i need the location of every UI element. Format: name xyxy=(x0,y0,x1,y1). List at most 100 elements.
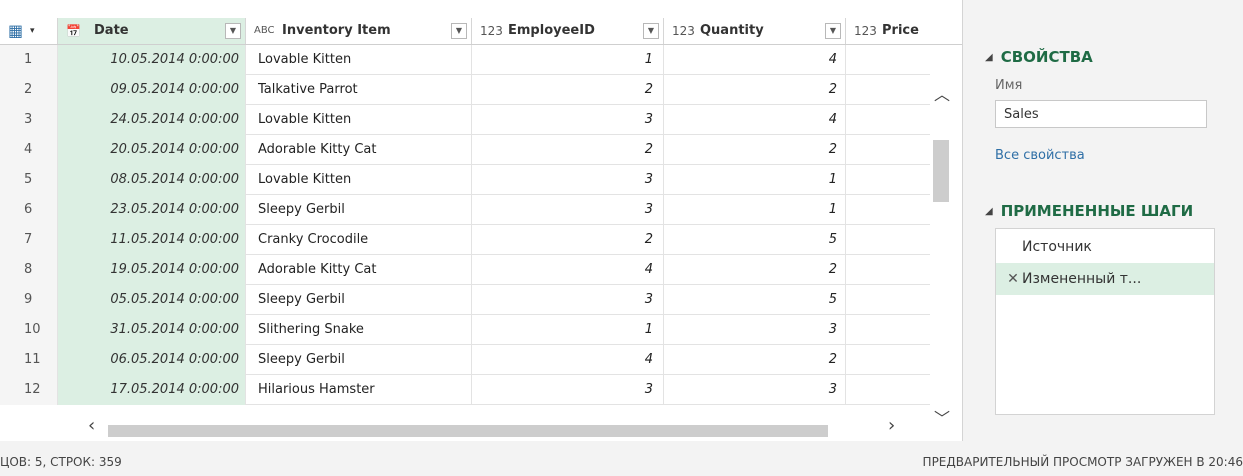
date-cell[interactable]: 11.05.2014 0:00:00 xyxy=(58,225,246,255)
price-cell[interactable] xyxy=(846,315,930,345)
price-cell[interactable] xyxy=(846,255,930,285)
quantity-cell[interactable]: 1 xyxy=(664,195,846,225)
table-row[interactable]: 9 05.05.2014 0:00:00 Sleepy Gerbil 3 5 xyxy=(0,285,930,315)
scroll-left-icon[interactable]: ‹ xyxy=(88,415,95,436)
price-cell[interactable] xyxy=(846,375,930,405)
number-type-icon[interactable]: 123 xyxy=(480,18,503,44)
quantity-cell[interactable]: 5 xyxy=(664,225,846,255)
date-cell[interactable]: 06.05.2014 0:00:00 xyxy=(58,345,246,375)
table-row[interactable]: 1 10.05.2014 0:00:00 Lovable Kitten 1 4 xyxy=(0,45,930,75)
number-type-icon[interactable]: 123 xyxy=(672,18,695,44)
employeeid-cell[interactable]: 3 xyxy=(472,195,664,225)
scroll-right-icon[interactable]: › xyxy=(888,415,895,436)
row-number[interactable]: 12 xyxy=(0,375,58,405)
price-cell[interactable] xyxy=(846,75,930,105)
row-number[interactable]: 10 xyxy=(0,315,58,345)
row-number[interactable]: 6 xyxy=(0,195,58,225)
datetime-type-icon[interactable]: 📅 xyxy=(66,18,81,44)
inventory-item-cell[interactable]: Talkative Parrot xyxy=(246,75,472,105)
date-cell[interactable]: 20.05.2014 0:00:00 xyxy=(58,135,246,165)
quantity-cell[interactable]: 1 xyxy=(664,165,846,195)
inventory-item-cell[interactable]: Hilarious Hamster xyxy=(246,375,472,405)
column-header-inventory-item[interactable]: ABC Inventory Item ▼ xyxy=(246,18,472,44)
quantity-cell[interactable]: 2 xyxy=(664,135,846,165)
price-cell[interactable] xyxy=(846,105,930,135)
row-number[interactable]: 5 xyxy=(0,165,58,195)
table-menu-button[interactable]: ▦ ▾ xyxy=(0,18,58,44)
row-number[interactable]: 11 xyxy=(0,345,58,375)
inventory-item-cell[interactable]: Lovable Kitten xyxy=(246,165,472,195)
employeeid-cell[interactable]: 4 xyxy=(472,345,664,375)
table-row[interactable]: 12 17.05.2014 0:00:00 Hilarious Hamster 3 3 xyxy=(0,375,930,405)
query-name-input[interactable] xyxy=(995,100,1207,128)
table-row[interactable]: 11 06.05.2014 0:00:00 Sleepy Gerbil 4 2 xyxy=(0,345,930,375)
step-source[interactable]: ✕Источник xyxy=(996,231,1214,263)
employeeid-cell[interactable]: 2 xyxy=(472,135,664,165)
price-cell[interactable] xyxy=(846,45,930,75)
text-type-icon[interactable]: ABC xyxy=(254,18,275,44)
quantity-cell[interactable]: 4 xyxy=(664,45,846,75)
inventory-item-cell[interactable]: Lovable Kitten xyxy=(246,45,472,75)
step-changed-type[interactable]: ✕ Измененный т... xyxy=(996,263,1214,295)
filter-dropdown-button[interactable]: ▼ xyxy=(825,23,841,39)
employeeid-cell[interactable]: 2 xyxy=(472,225,664,255)
employeeid-cell[interactable]: 2 xyxy=(472,75,664,105)
inventory-item-cell[interactable]: Sleepy Gerbil xyxy=(246,285,472,315)
quantity-cell[interactable]: 4 xyxy=(664,105,846,135)
date-cell[interactable]: 09.05.2014 0:00:00 xyxy=(58,75,246,105)
table-row[interactable]: 8 19.05.2014 0:00:00 Adorable Kitty Cat 4 2 xyxy=(0,255,930,285)
quantity-cell[interactable]: 5 xyxy=(664,285,846,315)
row-number[interactable]: 9 xyxy=(0,285,58,315)
row-number[interactable]: 3 xyxy=(0,105,58,135)
inventory-item-cell[interactable]: Cranky Crocodile xyxy=(246,225,472,255)
price-cell[interactable] xyxy=(846,195,930,225)
inventory-item-cell[interactable]: Sleepy Gerbil xyxy=(246,195,472,225)
delete-step-icon[interactable]: ✕ xyxy=(1004,263,1022,295)
quantity-cell[interactable]: 3 xyxy=(664,375,846,405)
table-row[interactable]: 2 09.05.2014 0:00:00 Talkative Parrot 2 2 xyxy=(0,75,930,105)
price-cell[interactable] xyxy=(846,165,930,195)
employeeid-cell[interactable]: 3 xyxy=(472,375,664,405)
collapse-triangle-icon[interactable]: ◢ xyxy=(985,206,993,217)
employeeid-cell[interactable]: 3 xyxy=(472,105,664,135)
all-properties-link[interactable]: Все свойства xyxy=(995,148,1085,163)
row-number[interactable]: 8 xyxy=(0,255,58,285)
inventory-item-cell[interactable]: Slithering Snake xyxy=(246,315,472,345)
scroll-up-icon[interactable]: ︿ xyxy=(934,81,950,105)
date-cell[interactable]: 31.05.2014 0:00:00 xyxy=(58,315,246,345)
table-row[interactable]: 6 23.05.2014 0:00:00 Sleepy Gerbil 3 1 xyxy=(0,195,930,225)
quantity-cell[interactable]: 3 xyxy=(664,315,846,345)
horizontal-scroll-thumb[interactable] xyxy=(108,425,828,437)
date-cell[interactable]: 10.05.2014 0:00:00 xyxy=(58,45,246,75)
row-number[interactable]: 1 xyxy=(0,45,58,75)
table-row[interactable]: 10 31.05.2014 0:00:00 Slithering Snake 1 3 xyxy=(0,315,930,345)
inventory-item-cell[interactable]: Adorable Kitty Cat xyxy=(246,255,472,285)
quantity-cell[interactable]: 2 xyxy=(664,75,846,105)
column-header-date[interactable]: 📅 Date ▼ xyxy=(58,18,246,44)
employeeid-cell[interactable]: 3 xyxy=(472,165,664,195)
filter-dropdown-button[interactable]: ▼ xyxy=(225,23,241,39)
table-row[interactable]: 4 20.05.2014 0:00:00 Adorable Kitty Cat 2 2 xyxy=(0,135,930,165)
column-header-employeeid[interactable]: 123 EmployeeID ▼ xyxy=(472,18,664,44)
date-cell[interactable]: 17.05.2014 0:00:00 xyxy=(58,375,246,405)
column-header-quantity[interactable]: 123 Quantity ▼ xyxy=(664,18,846,44)
employeeid-cell[interactable]: 1 xyxy=(472,315,664,345)
price-cell[interactable] xyxy=(846,345,930,375)
date-cell[interactable]: 08.05.2014 0:00:00 xyxy=(58,165,246,195)
vertical-scroll-thumb[interactable] xyxy=(933,140,949,202)
date-cell[interactable]: 19.05.2014 0:00:00 xyxy=(58,255,246,285)
employeeid-cell[interactable]: 3 xyxy=(472,285,664,315)
filter-dropdown-button[interactable]: ▼ xyxy=(643,23,659,39)
employeeid-cell[interactable]: 4 xyxy=(472,255,664,285)
number-type-icon[interactable]: 123 xyxy=(854,18,877,44)
inventory-item-cell[interactable]: Adorable Kitty Cat xyxy=(246,135,472,165)
employeeid-cell[interactable]: 1 xyxy=(472,45,664,75)
row-number[interactable]: 7 xyxy=(0,225,58,255)
scroll-down-icon[interactable]: ﹀ xyxy=(934,405,950,429)
quantity-cell[interactable]: 2 xyxy=(664,345,846,375)
date-cell[interactable]: 24.05.2014 0:00:00 xyxy=(58,105,246,135)
date-cell[interactable]: 05.05.2014 0:00:00 xyxy=(58,285,246,315)
horizontal-scrollbar[interactable]: ‹ › xyxy=(58,414,930,440)
properties-section-title[interactable]: ◢ СВОЙСТВА xyxy=(985,48,1093,66)
row-number[interactable]: 4 xyxy=(0,135,58,165)
